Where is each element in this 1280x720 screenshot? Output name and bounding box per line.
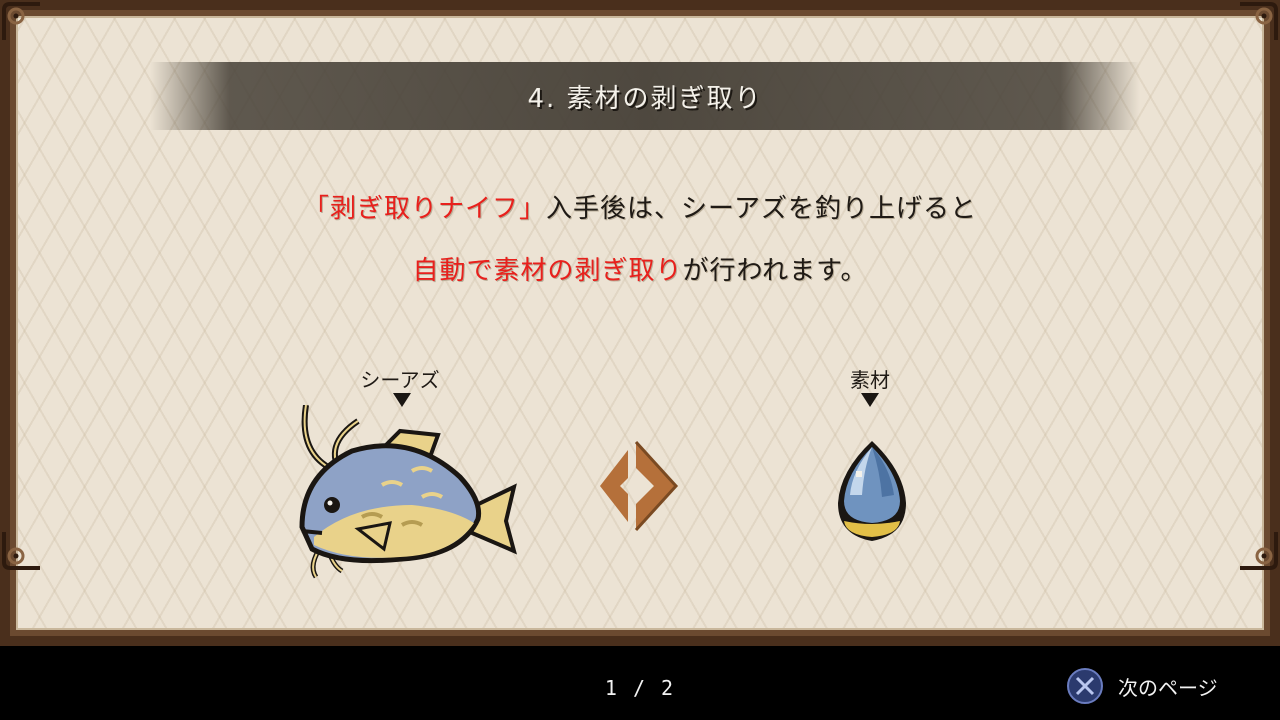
highlight-text: 自動で素材の剥ぎ取り [412, 256, 683, 286]
next-page-button[interactable]: 次のページ [1066, 666, 1218, 706]
material-label: 素材 [850, 368, 890, 392]
title-banner: 4. 素材の剥ぎ取り [150, 62, 1140, 130]
highlight-text: 「剥ぎ取りナイフ」 [303, 194, 547, 224]
fish-label: シーアズ [360, 368, 440, 392]
page-indicator: 1 / 2 [604, 676, 676, 700]
page-title: 4. 素材の剥ぎ取り [527, 83, 763, 114]
corner-ornament-icon [2, 532, 40, 570]
body-text: 入手後は、シーアズを釣り上げると [546, 194, 977, 224]
corner-ornament-icon [2, 2, 40, 40]
chevron-right-icon [600, 440, 679, 532]
material-gem-icon [838, 441, 906, 541]
fish-icon [299, 405, 517, 579]
down-arrow-icon [861, 393, 879, 407]
body-text: が行われます。 [682, 256, 868, 286]
tutorial-panel: 4. 素材の剥ぎ取り 「剥ぎ取りナイフ」入手後は、シーアズを釣り上げると 自動で… [0, 0, 1280, 646]
corner-ornament-icon [1240, 532, 1278, 570]
description-line-2: 自動で素材の剥ぎ取りが行われます。 [0, 250, 1280, 287]
description-line-1: 「剥ぎ取りナイフ」入手後は、シーアズを釣り上げると [0, 188, 1280, 225]
cross-button-icon [1067, 668, 1103, 704]
next-page-label: 次のページ [1118, 675, 1218, 700]
corner-ornament-icon [1240, 2, 1278, 40]
